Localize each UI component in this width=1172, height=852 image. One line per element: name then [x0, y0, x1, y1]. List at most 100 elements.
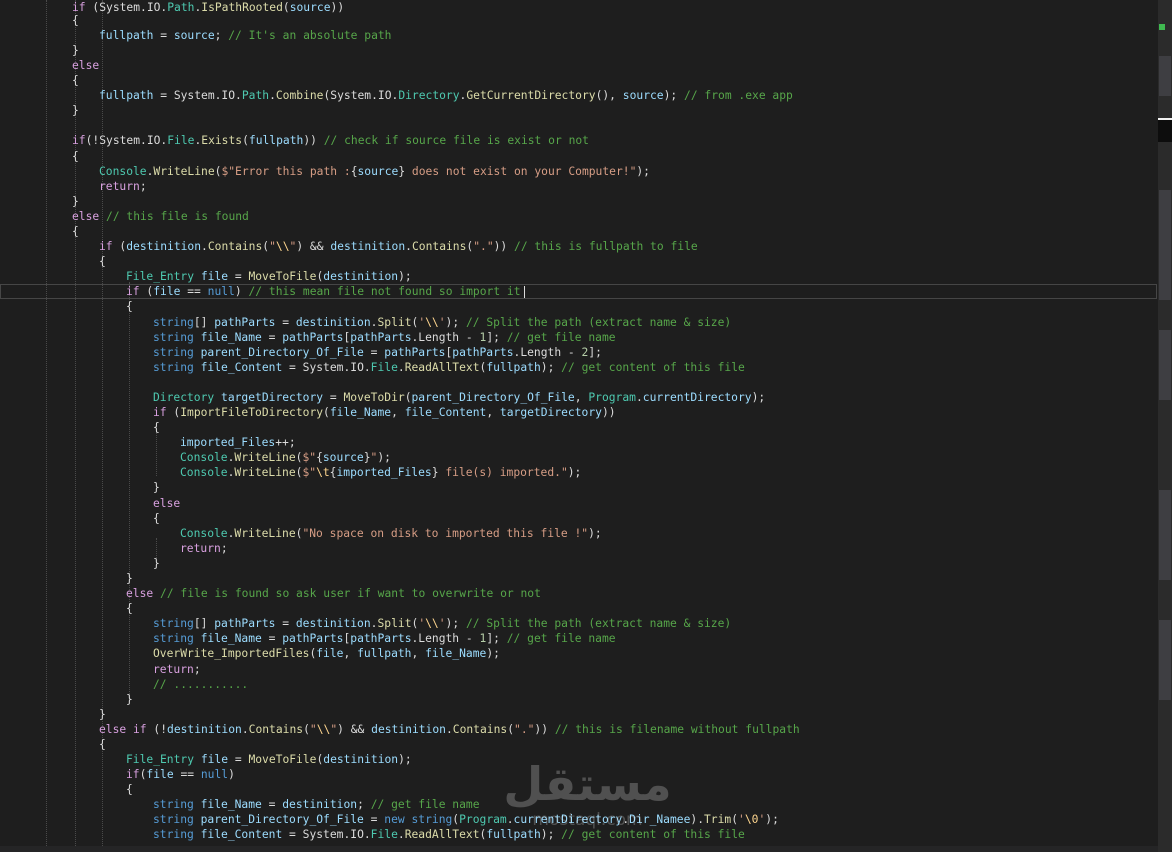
- code-token: =: [261, 798, 283, 811]
- code-token: )): [534, 723, 555, 736]
- code-line[interactable]: else // this file is found: [0, 209, 1158, 224]
- code-line[interactable]: Console.WriteLine("No space on disk to i…: [0, 526, 1158, 541]
- code-line[interactable]: {: [0, 420, 1158, 435]
- code-line[interactable]: }: [0, 556, 1158, 571]
- code-line[interactable]: fullpath = System.IO.Path.Combine(System…: [0, 88, 1158, 103]
- code-token: (: [731, 813, 739, 826]
- scroll-marker: [1159, 330, 1171, 400]
- code-line[interactable]: {: [0, 601, 1158, 616]
- code-token: ,: [411, 647, 426, 660]
- code-line[interactable]: if (file == null) // this mean file not …: [0, 284, 1158, 299]
- code-line[interactable]: if(!System.IO.File.Exists(fullpath)) // …: [0, 133, 1158, 148]
- code-token: destinition: [330, 240, 406, 253]
- code-token: // Split the path (extract name & size): [465, 617, 732, 630]
- code-token: Console: [180, 451, 228, 464]
- code-token: file: [200, 270, 229, 283]
- horizontal-scrollbar[interactable]: [0, 846, 1158, 852]
- code-line[interactable]: string file_Content = System.IO.File.Rea…: [0, 360, 1158, 375]
- code-token: "No space on disk to imported this file …: [302, 527, 589, 540]
- code-token: ,: [391, 406, 405, 419]
- code-line[interactable]: File_Entry file = MoveToFile(destinition…: [0, 269, 1158, 284]
- code-line[interactable]: Console.WriteLine($"Error this path :{so…: [0, 164, 1158, 179]
- code-token: return: [99, 180, 140, 193]
- code-line[interactable]: {: [0, 13, 1158, 28]
- code-token: ReadAllText: [404, 828, 480, 841]
- code-line[interactable]: }: [0, 692, 1158, 707]
- code-line[interactable]: else // file is found so ask user if wan…: [0, 586, 1158, 601]
- scrollbar-thumb[interactable]: [1158, 118, 1172, 142]
- code-line[interactable]: }: [0, 103, 1158, 118]
- code-line[interactable]: fullpath = source; // It's an absolute p…: [0, 28, 1158, 43]
- code-token: (!System.IO.: [85, 134, 168, 147]
- code-token: // this file is found: [106, 210, 249, 223]
- code-line[interactable]: imported_Files++;: [0, 435, 1158, 450]
- code-line[interactable]: Console.WriteLine($"\t{imported_Files} f…: [0, 465, 1158, 480]
- code-token: {: [72, 74, 79, 87]
- code-token: fullpath: [248, 134, 304, 147]
- code-token: \0: [744, 813, 759, 826]
- code-line[interactable]: string file_Name = pathParts[pathParts.L…: [0, 330, 1158, 345]
- code-editor[interactable]: if (System.IO.Path.IsPathRooted(source))…: [0, 0, 1158, 852]
- code-line[interactable]: {: [0, 737, 1158, 752]
- code-token: Contains: [452, 723, 508, 736]
- code-token: =: [261, 331, 283, 344]
- code-line[interactable]: string parent_Directory_Of_File = pathPa…: [0, 345, 1158, 360]
- code-line[interactable]: if (destinition.Contains("\\") && destin…: [0, 239, 1158, 254]
- code-token: file: [146, 768, 174, 781]
- code-token: // from .exe app: [684, 89, 793, 102]
- code-line[interactable]: Console.WriteLine($"{source}");: [0, 450, 1158, 465]
- code-token: else: [72, 210, 100, 223]
- code-line[interactable]: }: [0, 571, 1158, 586]
- code-token: ': [438, 617, 446, 630]
- code-token: ];: [588, 346, 602, 359]
- vertical-scrollbar[interactable]: [1158, 0, 1172, 852]
- code-line[interactable]: return;: [0, 179, 1158, 194]
- code-token: file: [200, 753, 229, 766]
- code-token: // It's an absolute path: [228, 29, 392, 42]
- code-token: WriteLine: [234, 527, 296, 540]
- code-line[interactable]: {: [0, 73, 1158, 88]
- code-line[interactable]: else: [0, 58, 1158, 73]
- code-line[interactable]: string[] pathParts = destinition.Split('…: [0, 616, 1158, 631]
- code-token: \t: [316, 466, 330, 479]
- code-line[interactable]: {: [0, 511, 1158, 526]
- code-token: $": [302, 466, 317, 479]
- code-line[interactable]: {: [0, 224, 1158, 239]
- code-token: destinition: [167, 723, 242, 736]
- code-line[interactable]: }: [0, 707, 1158, 722]
- code-line[interactable]: return;: [0, 662, 1158, 677]
- code-line[interactable]: }: [0, 43, 1158, 58]
- code-token: .: [269, 89, 276, 102]
- code-token: // get content of this file: [561, 361, 745, 374]
- code-token: $": [302, 451, 317, 464]
- code-token: ": [309, 723, 317, 736]
- code-token: =: [275, 316, 296, 329]
- code-line[interactable]: {: [0, 299, 1158, 314]
- code-token: .: [241, 723, 249, 736]
- code-line[interactable]: }: [0, 480, 1158, 495]
- code-line[interactable]: else: [0, 496, 1158, 511]
- code-line[interactable]: }: [0, 194, 1158, 209]
- code-line[interactable]: {: [0, 254, 1158, 269]
- code-line[interactable]: if (ImportFileToDirectory(file_Name, fil…: [0, 405, 1158, 420]
- code-line[interactable]: {: [0, 149, 1158, 164]
- code-token: }: [72, 195, 79, 208]
- code-line[interactable]: return;: [0, 541, 1158, 556]
- code-token: Split: [377, 617, 412, 630]
- code-token: = System.IO.: [153, 89, 242, 102]
- code-line[interactable]: OverWrite_ImportedFiles(file, fullpath, …: [0, 646, 1158, 661]
- code-line[interactable]: // ...........: [0, 677, 1158, 692]
- code-token: Console: [99, 165, 147, 178]
- code-token: destinition: [323, 753, 399, 766]
- code-token: Directory: [153, 391, 215, 404]
- code-line[interactable]: Directory targetDirectory = MoveToDir(pa…: [0, 390, 1158, 405]
- code-line[interactable]: string[] pathParts = destinition.Split('…: [0, 315, 1158, 330]
- code-token: pathParts: [384, 346, 446, 359]
- code-line[interactable]: string file_Name = pathParts[pathParts.L…: [0, 631, 1158, 646]
- code-line[interactable]: else if (!destinition.Contains("\\") && …: [0, 722, 1158, 737]
